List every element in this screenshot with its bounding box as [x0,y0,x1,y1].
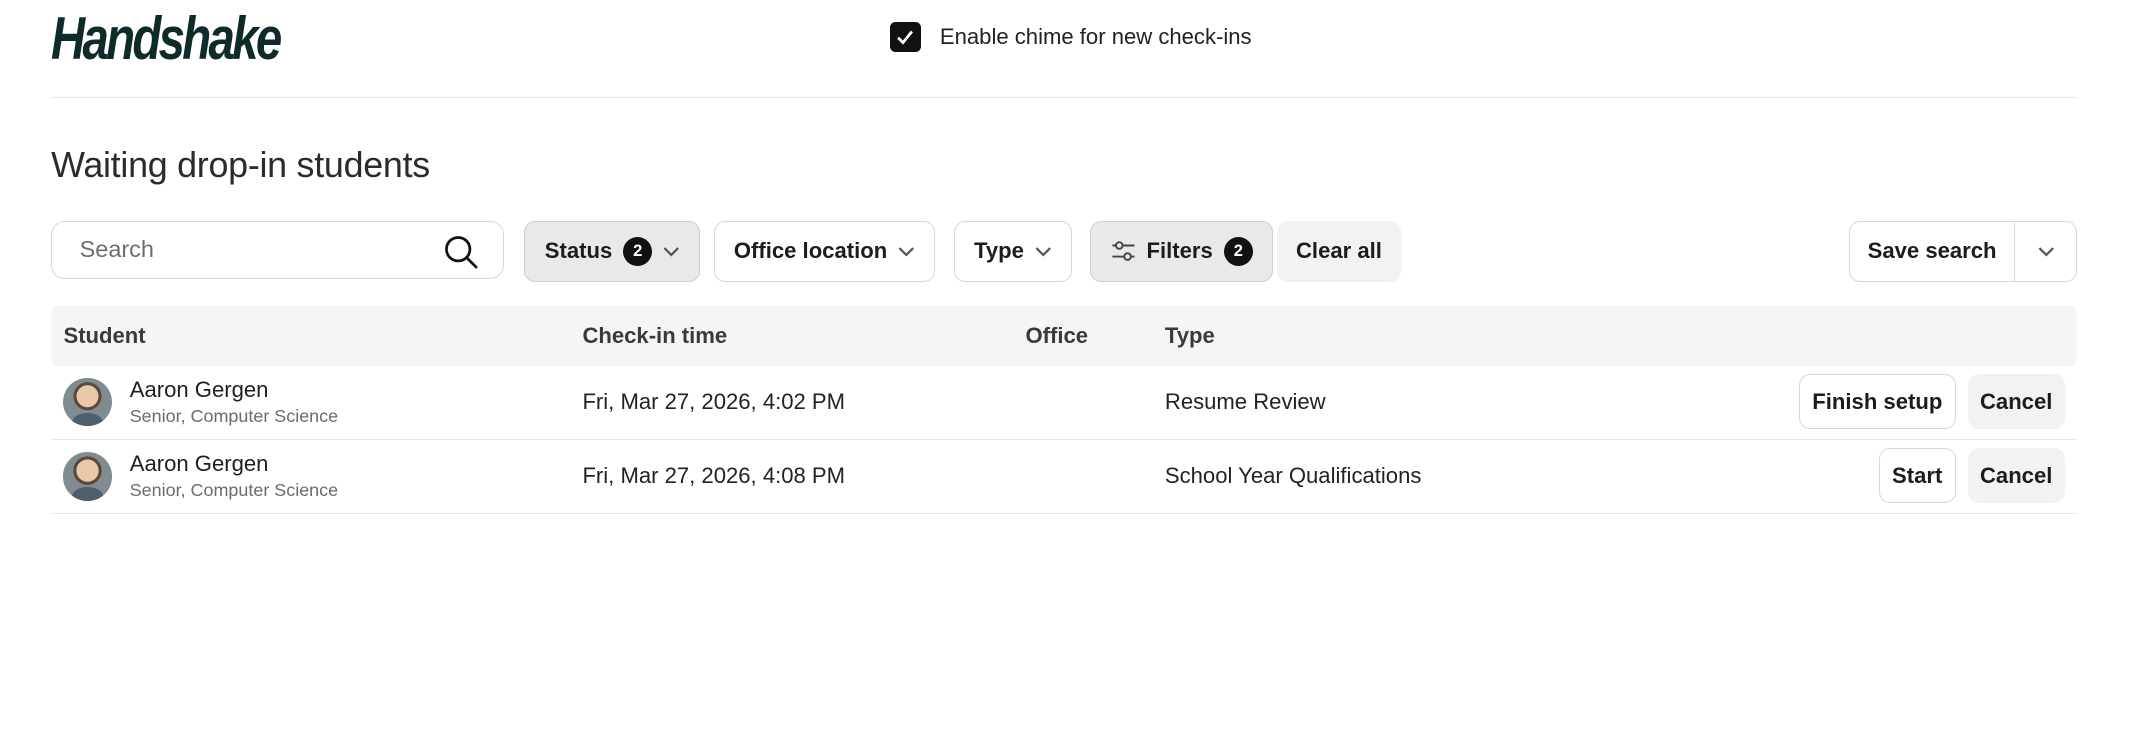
chevron-down-icon [2038,246,2054,257]
appointment-type: Resume Review [1164,389,1326,415]
type-filter-label: Type [974,238,1024,264]
cancel-button[interactable]: Cancel [1967,374,2065,430]
handshake-logo[interactable]: Handshake [51,6,282,70]
appointment-type: School Year Qualifications [1164,463,1422,489]
column-header-student[interactable]: Student [63,323,145,349]
clear-all-label: Clear all [1295,238,1382,264]
page-title: Waiting drop-in students [51,144,430,185]
status-count-badge: 2 [623,236,653,266]
column-header-checkin-time[interactable]: Check-in time [582,323,727,349]
column-header-type[interactable]: Type [1165,323,1215,349]
clear-all-button[interactable]: Clear all [1276,220,1402,282]
office-location-filter-button[interactable]: Office location [713,220,936,282]
chime-checkbox[interactable] [890,22,921,53]
top-bar: Handshake Enable chime for new check-ins [51,0,2078,98]
page: Handshake Enable chime for new check-ins… [0,0,2140,756]
avatar [63,378,112,427]
filters-count-badge: 2 [1223,236,1253,266]
chevron-down-icon [898,246,915,257]
waiting-students-table: Student Check-in time Office Type Aaron … [51,306,2078,515]
finish-setup-button[interactable]: Finish setup [1798,374,1956,430]
filters-label: Filters [1146,238,1213,264]
student-name[interactable]: Aaron Gergen [130,451,269,477]
filter-toolbar: Status 2 Office location Type Filters 2 … [51,220,2078,282]
save-search-menu-button[interactable] [2015,222,2076,281]
avatar [63,452,112,501]
table-row[interactable]: Aaron Gergen Senior, Computer Science Fr… [51,366,2078,440]
type-filter-button[interactable]: Type [953,220,1072,282]
search-icon[interactable] [443,234,479,270]
sliders-icon [1112,241,1135,261]
start-button[interactable]: Start [1878,448,1956,504]
checkin-time: Fri, Mar 27, 2026, 4:02 PM [582,389,846,415]
checkin-time: Fri, Mar 27, 2026, 4:08 PM [582,463,846,489]
search-box[interactable] [51,220,504,279]
chevron-down-icon [663,246,680,257]
status-filter-button[interactable]: Status 2 [524,220,701,282]
status-filter-label: Status [544,238,613,264]
filters-button[interactable]: Filters 2 [1090,220,1274,282]
chime-label: Enable chime for new check-ins [939,24,1252,50]
search-input[interactable] [76,234,428,265]
table-header: Student Check-in time Office Type [51,306,2078,366]
student-program: Senior, Computer Science [129,405,339,426]
table-row[interactable]: Aaron Gergen Senior, Computer Science Fr… [51,440,2078,515]
chevron-down-icon [1035,246,1051,257]
save-search-group: Save search [1848,220,2078,282]
save-search-button[interactable]: Save search [1850,221,2016,281]
chime-toggle[interactable]: Enable chime for new check-ins [890,22,1252,53]
office-location-label: Office location [733,238,888,264]
student-program: Senior, Computer Science [129,479,339,500]
column-header-office[interactable]: Office [1025,323,1088,349]
check-icon [897,30,914,45]
student-name[interactable]: Aaron Gergen [130,377,269,403]
cancel-button[interactable]: Cancel [1967,448,2065,504]
